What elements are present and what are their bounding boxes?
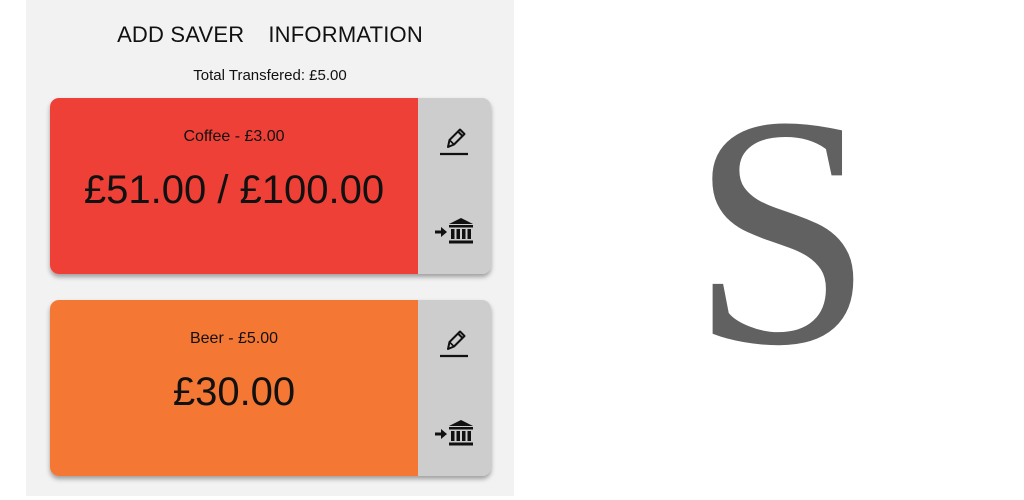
transfer-to-bank-button[interactable] [432,212,476,252]
bank-transfer-icon [435,218,473,244]
saver-card-coffee: Coffee - £3.00 £51.00 / £100.00 [50,98,491,274]
edit-saver-button[interactable] [432,322,476,362]
saver-amount: £30.00 [172,370,296,414]
app-logo: S [690,49,874,414]
app-screen: ADD SAVER INFORMATION Total Transfered: … [26,0,514,496]
saver-card-beer: Beer - £5.00 £30.00 [50,300,491,476]
total-transferred-text: Total Transfered: £5.00 [193,67,347,84]
saver-actions [418,300,491,476]
edit-saver-button[interactable] [432,120,476,160]
saver-amount: £51.00 / £100.00 [83,168,385,212]
bank-transfer-icon [435,420,473,446]
transfer-to-bank-button[interactable] [432,414,476,454]
information-link[interactable]: INFORMATION [268,22,423,48]
pencil-icon [440,330,468,358]
saver-actions [418,98,491,274]
saver-title: Coffee - £3.00 [183,128,285,145]
pencil-icon [440,128,468,156]
saver-title: Beer - £5.00 [189,330,279,347]
saver-card-body[interactable]: Coffee - £3.00 £51.00 / £100.00 [50,98,418,274]
add-saver-link[interactable]: ADD SAVER [117,22,244,48]
saver-card-body[interactable]: Beer - £5.00 £30.00 [50,300,418,476]
top-nav: ADD SAVER INFORMATION [26,22,514,48]
